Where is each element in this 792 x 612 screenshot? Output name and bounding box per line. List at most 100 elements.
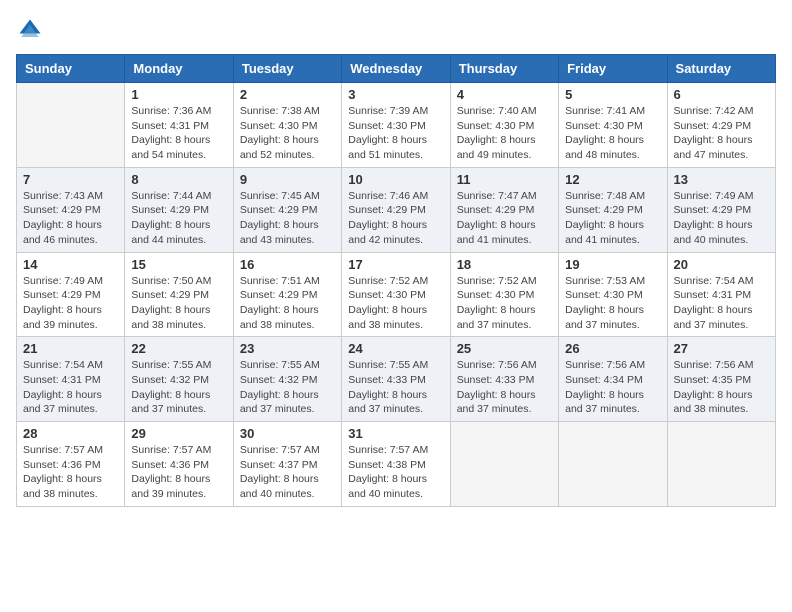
day-info: Sunrise: 7:46 AM Sunset: 4:29 PM Dayligh… <box>348 189 443 248</box>
calendar-cell: 19 Sunrise: 7:53 AM Sunset: 4:30 PM Dayli… <box>559 252 667 337</box>
calendar-week-row: 14 Sunrise: 7:49 AM Sunset: 4:29 PM Dayli… <box>17 252 776 337</box>
day-number: 8 <box>131 172 226 187</box>
calendar-cell: 3 Sunrise: 7:39 AM Sunset: 4:30 PM Daylig… <box>342 83 450 168</box>
day-number: 9 <box>240 172 335 187</box>
day-number: 1 <box>131 87 226 102</box>
calendar-week-row: 7 Sunrise: 7:43 AM Sunset: 4:29 PM Daylig… <box>17 167 776 252</box>
calendar-table: SundayMondayTuesdayWednesdayThursdayFrid… <box>16 54 776 507</box>
calendar-cell: 5 Sunrise: 7:41 AM Sunset: 4:30 PM Daylig… <box>559 83 667 168</box>
calendar-cell: 8Sunrise: 7:44 AM Sunset: 4:29 PM Daylig… <box>125 167 233 252</box>
calendar-cell: 2Sunrise: 7:38 AM Sunset: 4:30 PM Daylig… <box>233 83 341 168</box>
day-info: Sunrise: 7:47 AM Sunset: 4:29 PM Dayligh… <box>457 189 552 248</box>
day-info: Sunrise: 7:57 AM Sunset: 4:38 PM Dayligh… <box>348 443 443 502</box>
day-number: 29 <box>131 426 226 441</box>
day-number: 12 <box>565 172 660 187</box>
day-number: 30 <box>240 426 335 441</box>
calendar-cell: 17 Sunrise: 7:52 AM Sunset: 4:30 PM Dayli… <box>342 252 450 337</box>
day-number: 13 <box>674 172 769 187</box>
day-number: 10 <box>348 172 443 187</box>
calendar-cell: 7 Sunrise: 7:43 AM Sunset: 4:29 PM Daylig… <box>17 167 125 252</box>
day-info: Sunrise: 7:57 AM Sunset: 4:37 PM Dayligh… <box>240 443 335 502</box>
day-number: 28 <box>23 426 118 441</box>
calendar-cell: 23 Sunrise: 7:55 AM Sunset: 4:32 PM Dayli… <box>233 337 341 422</box>
calendar-cell: 31 Sunrise: 7:57 AM Sunset: 4:38 PM Dayli… <box>342 422 450 507</box>
calendar-cell: 1 Sunrise: 7:36 AM Sunset: 4:31 PM Daylig… <box>125 83 233 168</box>
calendar-cell: 15 Sunrise: 7:50 AM Sunset: 4:29 PM Dayli… <box>125 252 233 337</box>
day-info: Sunrise: 7:48 AM Sunset: 4:29 PM Dayligh… <box>565 189 660 248</box>
day-info: Sunrise: 7:51 AM Sunset: 4:29 PM Dayligh… <box>240 274 335 333</box>
day-info: Sunrise: 7:54 AM Sunset: 4:31 PM Dayligh… <box>23 358 118 417</box>
day-number: 23 <box>240 341 335 356</box>
day-number: 31 <box>348 426 443 441</box>
day-number: 15 <box>131 257 226 272</box>
day-info: Sunrise: 7:43 AM Sunset: 4:29 PM Dayligh… <box>23 189 118 248</box>
day-header-monday: Monday <box>125 55 233 83</box>
calendar-cell: 14 Sunrise: 7:49 AM Sunset: 4:29 PM Dayli… <box>17 252 125 337</box>
day-number: 14 <box>23 257 118 272</box>
day-info: Sunrise: 7:39 AM Sunset: 4:30 PM Dayligh… <box>348 104 443 163</box>
day-number: 27 <box>674 341 769 356</box>
page-header <box>16 16 776 44</box>
day-header-sunday: Sunday <box>17 55 125 83</box>
day-number: 24 <box>348 341 443 356</box>
day-header-saturday: Saturday <box>667 55 775 83</box>
day-info: Sunrise: 7:38 AM Sunset: 4:30 PM Dayligh… <box>240 104 335 163</box>
day-header-tuesday: Tuesday <box>233 55 341 83</box>
logo <box>16 16 48 44</box>
calendar-cell: 16 Sunrise: 7:51 AM Sunset: 4:29 PM Dayli… <box>233 252 341 337</box>
day-number: 11 <box>457 172 552 187</box>
day-info: Sunrise: 7:52 AM Sunset: 4:30 PM Dayligh… <box>348 274 443 333</box>
day-number: 7 <box>23 172 118 187</box>
calendar-cell <box>559 422 667 507</box>
day-info: Sunrise: 7:41 AM Sunset: 4:30 PM Dayligh… <box>565 104 660 163</box>
day-number: 21 <box>23 341 118 356</box>
day-info: Sunrise: 7:50 AM Sunset: 4:29 PM Dayligh… <box>131 274 226 333</box>
day-info: Sunrise: 7:56 AM Sunset: 4:35 PM Dayligh… <box>674 358 769 417</box>
logo-icon <box>16 16 44 44</box>
day-info: Sunrise: 7:49 AM Sunset: 4:29 PM Dayligh… <box>23 274 118 333</box>
calendar-cell <box>450 422 558 507</box>
day-number: 18 <box>457 257 552 272</box>
day-number: 17 <box>348 257 443 272</box>
days-header-row: SundayMondayTuesdayWednesdayThursdayFrid… <box>17 55 776 83</box>
calendar-cell: 10 Sunrise: 7:46 AM Sunset: 4:29 PM Dayli… <box>342 167 450 252</box>
day-info: Sunrise: 7:52 AM Sunset: 4:30 PM Dayligh… <box>457 274 552 333</box>
calendar-week-row: 1 Sunrise: 7:36 AM Sunset: 4:31 PM Daylig… <box>17 83 776 168</box>
calendar-cell <box>667 422 775 507</box>
day-info: Sunrise: 7:42 AM Sunset: 4:29 PM Dayligh… <box>674 104 769 163</box>
day-info: Sunrise: 7:53 AM Sunset: 4:30 PM Dayligh… <box>565 274 660 333</box>
calendar-cell: 24 Sunrise: 7:55 AM Sunset: 4:33 PM Dayli… <box>342 337 450 422</box>
day-header-thursday: Thursday <box>450 55 558 83</box>
day-number: 16 <box>240 257 335 272</box>
calendar-cell: 20 Sunrise: 7:54 AM Sunset: 4:31 PM Dayli… <box>667 252 775 337</box>
day-number: 26 <box>565 341 660 356</box>
calendar-cell: 12 Sunrise: 7:48 AM Sunset: 4:29 PM Dayli… <box>559 167 667 252</box>
calendar-cell: 26 Sunrise: 7:56 AM Sunset: 4:34 PM Dayli… <box>559 337 667 422</box>
day-info: Sunrise: 7:54 AM Sunset: 4:31 PM Dayligh… <box>674 274 769 333</box>
day-info: Sunrise: 7:55 AM Sunset: 4:32 PM Dayligh… <box>240 358 335 417</box>
day-info: Sunrise: 7:56 AM Sunset: 4:34 PM Dayligh… <box>565 358 660 417</box>
day-number: 3 <box>348 87 443 102</box>
calendar-week-row: 21 Sunrise: 7:54 AM Sunset: 4:31 PM Dayli… <box>17 337 776 422</box>
calendar-cell: 27 Sunrise: 7:56 AM Sunset: 4:35 PM Dayli… <box>667 337 775 422</box>
calendar-cell <box>17 83 125 168</box>
day-info: Sunrise: 7:49 AM Sunset: 4:29 PM Dayligh… <box>674 189 769 248</box>
calendar-cell: 4 Sunrise: 7:40 AM Sunset: 4:30 PM Daylig… <box>450 83 558 168</box>
calendar-cell: 11 Sunrise: 7:47 AM Sunset: 4:29 PM Dayli… <box>450 167 558 252</box>
day-number: 5 <box>565 87 660 102</box>
calendar-cell: 29Sunrise: 7:57 AM Sunset: 4:36 PM Dayli… <box>125 422 233 507</box>
day-number: 4 <box>457 87 552 102</box>
day-number: 19 <box>565 257 660 272</box>
day-info: Sunrise: 7:36 AM Sunset: 4:31 PM Dayligh… <box>131 104 226 163</box>
day-number: 20 <box>674 257 769 272</box>
calendar-cell: 28Sunrise: 7:57 AM Sunset: 4:36 PM Dayli… <box>17 422 125 507</box>
day-number: 6 <box>674 87 769 102</box>
day-info: Sunrise: 7:55 AM Sunset: 4:33 PM Dayligh… <box>348 358 443 417</box>
calendar-cell: 22Sunrise: 7:55 AM Sunset: 4:32 PM Dayli… <box>125 337 233 422</box>
calendar-cell: 25Sunrise: 7:56 AM Sunset: 4:33 PM Dayli… <box>450 337 558 422</box>
day-header-friday: Friday <box>559 55 667 83</box>
calendar-cell: 9Sunrise: 7:45 AM Sunset: 4:29 PM Daylig… <box>233 167 341 252</box>
calendar-cell: 21 Sunrise: 7:54 AM Sunset: 4:31 PM Dayli… <box>17 337 125 422</box>
calendar-cell: 6 Sunrise: 7:42 AM Sunset: 4:29 PM Daylig… <box>667 83 775 168</box>
day-info: Sunrise: 7:40 AM Sunset: 4:30 PM Dayligh… <box>457 104 552 163</box>
